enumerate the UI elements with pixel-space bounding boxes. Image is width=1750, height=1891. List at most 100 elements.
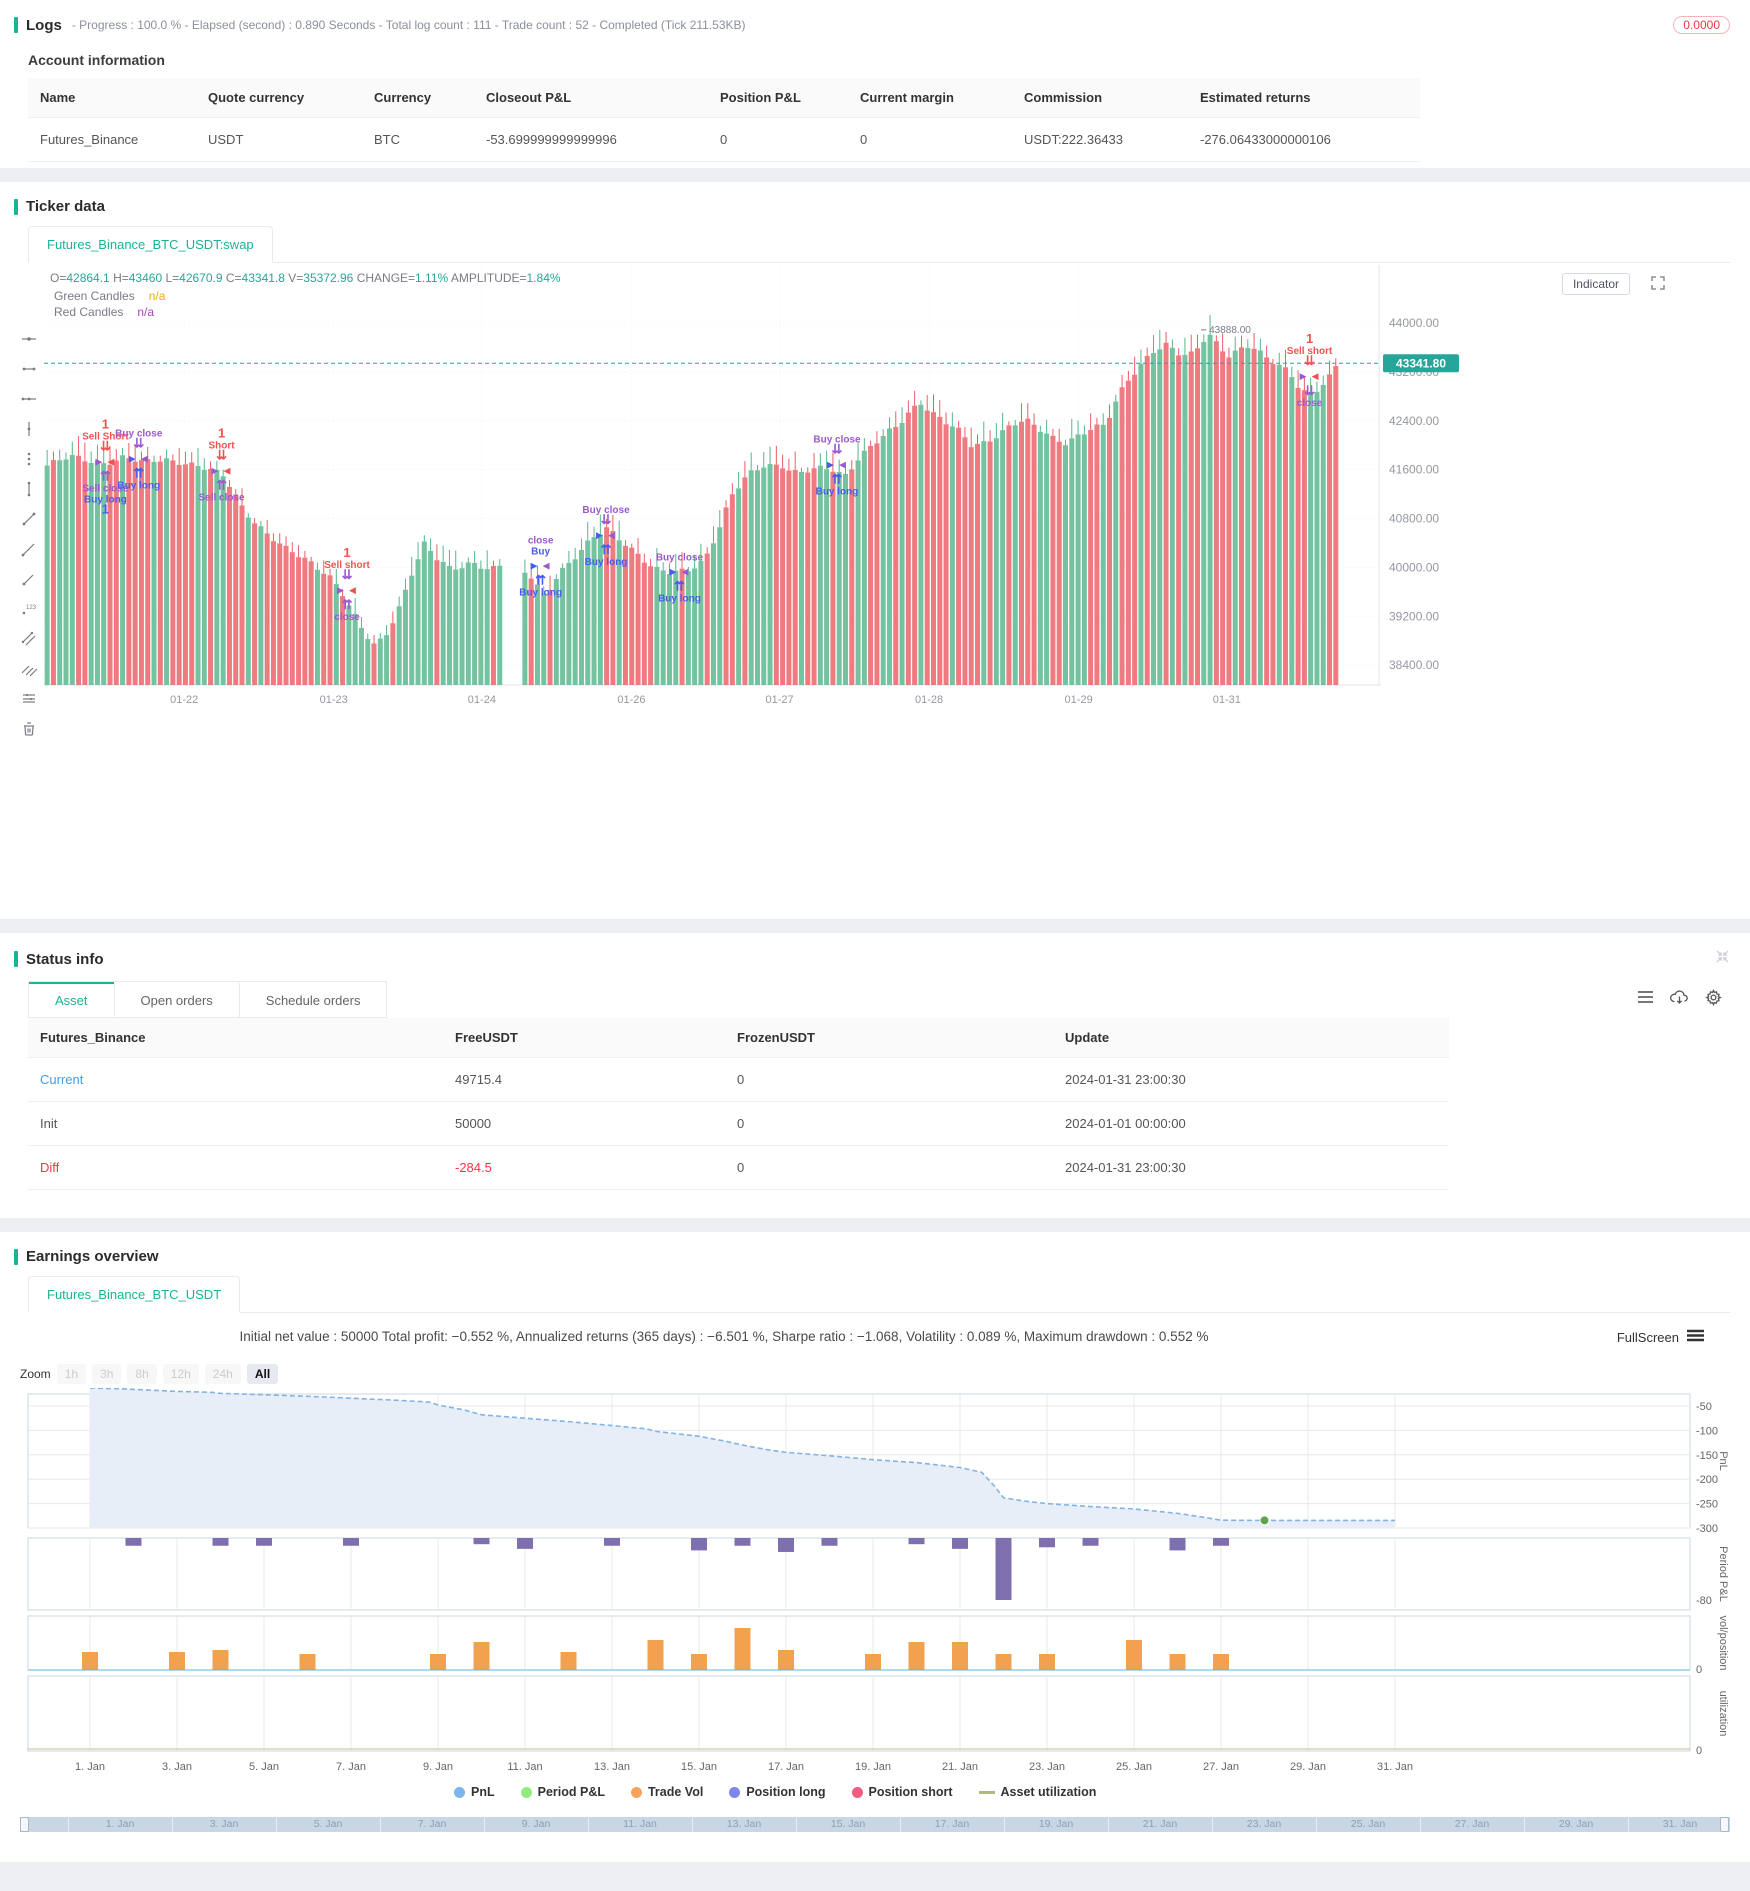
tab-schedule-orders[interactable]: Schedule orders (238, 982, 387, 1017)
svg-text:▶: ▶ (337, 585, 344, 595)
table-cell: 50000 (443, 1101, 725, 1146)
chart-menu-icon[interactable] (1687, 1329, 1704, 1345)
trend-line-icon[interactable] (19, 509, 39, 529)
horizontal-segment-icon[interactable] (19, 359, 39, 379)
crosshair-line-icon[interactable] (19, 329, 39, 349)
navigator-label: 29. Jan (1558, 1818, 1594, 1830)
svg-text:Sell close: Sell close (198, 493, 245, 504)
navigator-tick (900, 1817, 901, 1832)
table-cell: -284.5 (443, 1145, 725, 1190)
candlestick-chart[interactable]: 44000.0043200.0042400.0041600.0040800.00… (44, 265, 1464, 715)
navigator-label: 23. Jan (1246, 1818, 1282, 1830)
table-cell: 0 (848, 117, 1012, 162)
svg-text:⇊: ⇊ (832, 442, 843, 457)
svg-text:23. Jan: 23. Jan (1029, 1761, 1065, 1773)
legend-item-position-short[interactable]: Position short (851, 1785, 953, 1799)
earnings-overview-title: Earnings overview (26, 1248, 159, 1265)
navigator-label: 19. Jan (1038, 1818, 1074, 1830)
svg-text:1. Jan: 1. Jan (75, 1761, 105, 1773)
svg-text:-100: -100 (1696, 1425, 1718, 1437)
ohlc-legend: O=42864.1 H=43460 L=42670.9 C=43341.8 V=… (50, 271, 561, 285)
zoom-buttons: 1h 3h 8h 12h 24h All (56, 1364, 279, 1384)
trash-icon[interactable] (19, 719, 39, 739)
gear-icon[interactable] (1705, 988, 1722, 1011)
ray-line-icon[interactable] (19, 539, 39, 559)
ohlc-part: O= (50, 271, 67, 285)
indicator-button[interactable]: Indicator (1561, 273, 1630, 295)
zoom-button-24h[interactable]: 24h (204, 1364, 241, 1384)
svg-text:◀: ◀ (141, 453, 148, 463)
ohlc-part: 43460 (128, 271, 163, 285)
svg-text:-200: -200 (1696, 1474, 1718, 1486)
navigator-label: 27. Jan (1454, 1818, 1490, 1830)
earnings-chart[interactable]: 1. Jan 3. Jan 5. Jan 7. Jan 9. Jan 11. Jan 13.… (20, 1387, 1730, 1780)
section-accent-bar (14, 951, 18, 967)
vertical-segment-icon[interactable] (19, 479, 39, 499)
table-cell: 49715.4 (443, 1057, 725, 1102)
legend-label: Asset utilization (1000, 1785, 1097, 1799)
chart-navigator[interactable]: 1. Jan 3. Jan 5. Jan 7. Jan 9. Jan 11. Jan 13.… (20, 1817, 1730, 1832)
tab-asset[interactable]: Asset (29, 982, 114, 1017)
svg-text:39200.00: 39200.00 (1389, 609, 1439, 623)
tab-futures-binance-btc-usdt-swap[interactable]: Futures_Binance_BTC_USDT:swap (28, 226, 273, 263)
navigator-tick (380, 1817, 381, 1832)
menu-icon[interactable] (1637, 990, 1654, 1009)
zoom-button-3h[interactable]: 3h (92, 1364, 122, 1384)
vertical-dots-icon[interactable] (19, 449, 39, 469)
horizontal-ray-icon[interactable] (19, 389, 39, 409)
horizontal-levels-icon[interactable] (19, 689, 39, 709)
svg-text:01-28: 01-28 (915, 694, 943, 706)
svg-text:01-29: 01-29 (1065, 694, 1093, 706)
svg-text:close: close (334, 612, 360, 623)
column-header: FreeUSDT (443, 1018, 725, 1058)
multi-line-icon[interactable] (19, 659, 39, 679)
zoom-button-8h[interactable]: 8h (127, 1364, 157, 1384)
svg-text:◀: ◀ (224, 466, 231, 476)
tab-open-orders[interactable]: Open orders (113, 982, 239, 1017)
legend-item-period-p-l[interactable]: Period P&L (520, 1785, 605, 1799)
svg-text:44000.00: 44000.00 (1389, 316, 1439, 330)
svg-text:1: 1 (218, 426, 225, 441)
svg-text:-250: -250 (1696, 1499, 1718, 1511)
cloud-download-icon[interactable] (1670, 989, 1689, 1010)
zoom-button-1h[interactable]: 1h (56, 1364, 87, 1384)
collapse-icon[interactable] (1715, 949, 1730, 969)
ohlc-part: V= (284, 271, 304, 285)
table-cell: BTC (362, 117, 474, 162)
svg-text:⇈: ⇈ (674, 579, 685, 594)
vertical-line-icon[interactable] (19, 419, 39, 439)
svg-text:1: 1 (1306, 331, 1313, 346)
svg-text:⇊: ⇊ (342, 567, 353, 582)
legend-item-trade-vol[interactable]: Trade Vol (630, 1785, 703, 1799)
legend-item-pnl[interactable]: PnL (454, 1785, 495, 1799)
svg-text:19. Jan: 19. Jan (855, 1761, 891, 1773)
navigator-label: 1. Jan (105, 1818, 135, 1830)
svg-text:▶: ▶ (669, 567, 676, 577)
svg-text:PnL: PnL (1717, 1451, 1729, 1471)
arrow-line-icon[interactable] (19, 569, 39, 589)
legend-line-marker (978, 1790, 995, 1794)
numbered-points-icon[interactable]: 123 (19, 599, 39, 619)
svg-text:1: 1 (102, 502, 109, 517)
navigator-right-handle[interactable] (1720, 1817, 1729, 1832)
svg-text:21. Jan: 21. Jan (942, 1761, 978, 1773)
svg-text:01-23: 01-23 (320, 694, 348, 706)
column-header: Closeout P&L (474, 78, 708, 118)
svg-text:▶: ▶ (531, 560, 538, 570)
zoom-button-all[interactable]: All (246, 1364, 279, 1384)
legend-label: Position short (868, 1785, 953, 1799)
zoom-button-12h[interactable]: 12h (162, 1364, 199, 1384)
legend-item-position-long[interactable]: Position long (729, 1785, 826, 1799)
navigator-left-handle[interactable] (20, 1817, 29, 1832)
zoom-label: Zoom (20, 1367, 51, 1381)
svg-text:01-26: 01-26 (617, 694, 645, 706)
column-header: Current margin (848, 78, 1012, 118)
fullscreen-button[interactable]: FullScreen (1617, 1330, 1679, 1345)
tab-futures-binance-btc-usdt[interactable]: Futures_Binance_BTC_USDT (28, 1276, 241, 1313)
svg-text:◀: ◀ (349, 585, 356, 595)
chart-expand-icon[interactable] (1650, 275, 1666, 296)
svg-text:7. Jan: 7. Jan (336, 1761, 366, 1773)
legend-item-asset-utilization[interactable]: Asset utilization (978, 1785, 1097, 1799)
table-cell: Futures_Binance (28, 117, 196, 162)
parallel-channel-icon[interactable] (19, 629, 39, 649)
